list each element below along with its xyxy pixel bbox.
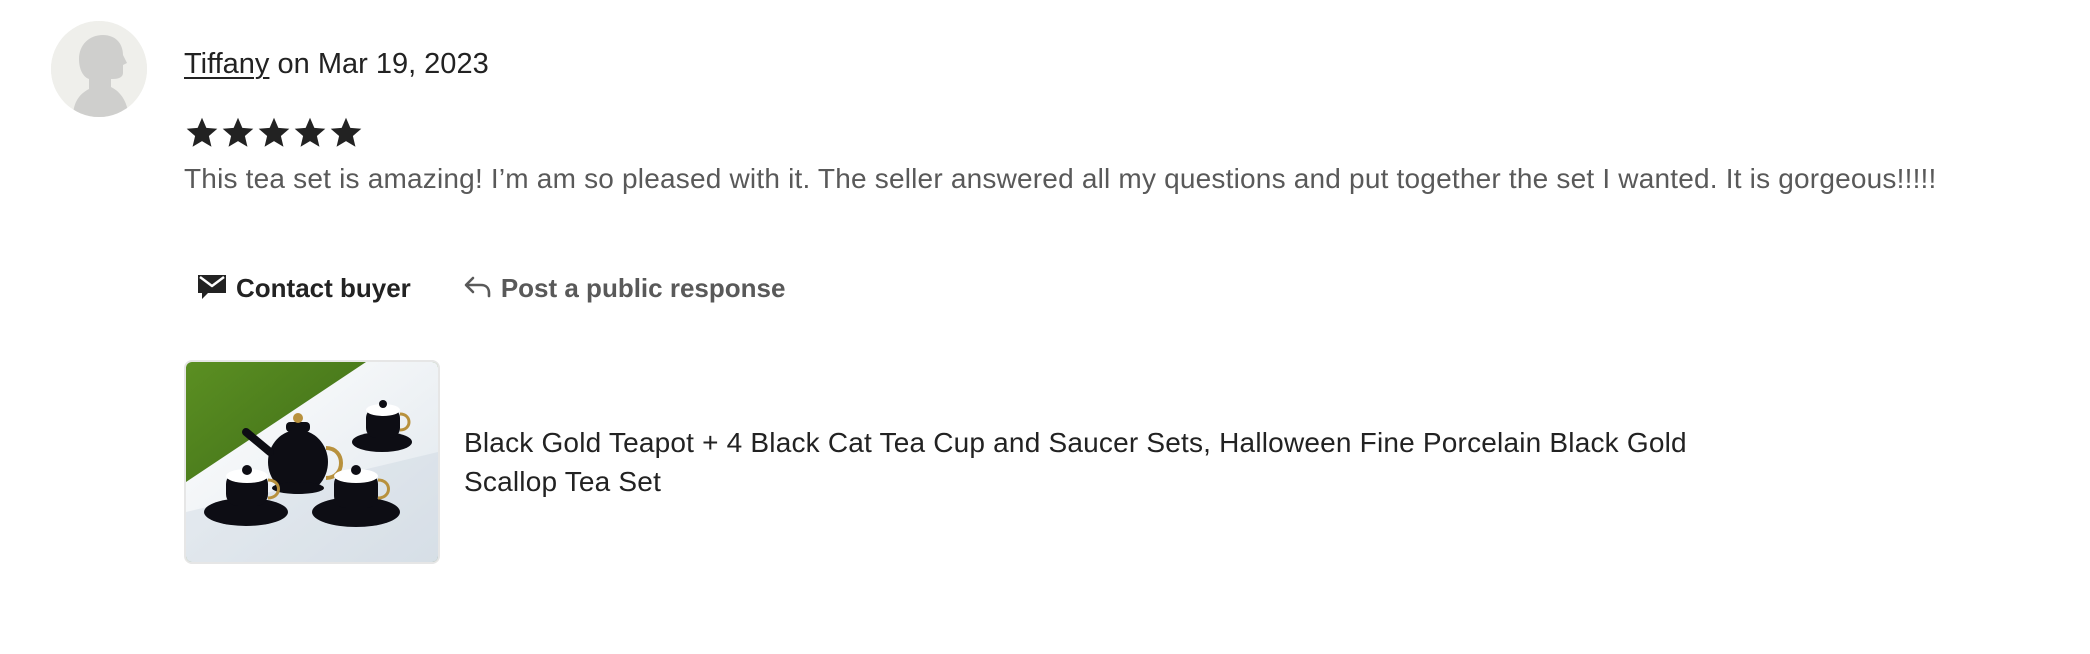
listing-title-link[interactable]: Black Gold Teapot + 4 Black Cat Tea Cup … — [464, 423, 1784, 501]
star-icon — [292, 114, 328, 152]
review-card: Tiffany on Mar 19, 2023 This tea set is … — [0, 0, 2090, 654]
star-rating — [184, 114, 364, 152]
purchased-listing[interactable]: Black Gold Teapot + 4 Black Cat Tea Cup … — [184, 360, 1784, 564]
review-date: Mar 19, 2023 — [317, 48, 489, 80]
review-actions: Contact buyer Post a public response — [184, 266, 797, 310]
default-user-silhouette-icon — [51, 21, 147, 117]
avatar[interactable] — [51, 21, 147, 117]
star-icon — [184, 114, 220, 152]
star-icon — [256, 114, 292, 152]
star-icon — [328, 114, 364, 152]
date-prefix: on — [269, 48, 318, 80]
star-icon — [220, 114, 256, 152]
post-public-response-label: Post a public response — [500, 272, 786, 303]
post-public-response-button[interactable]: Post a public response — [449, 266, 798, 310]
listing-thumbnail[interactable] — [184, 360, 440, 564]
reviewer-name-link[interactable]: Tiffany — [184, 48, 269, 80]
review-text: This tea set is amazing! I’m am so pleas… — [184, 163, 1937, 194]
reply-arrow-icon — [461, 269, 493, 308]
contact-buyer-button[interactable]: Contact buyer — [184, 266, 423, 310]
envelope-icon — [196, 269, 228, 308]
tea-set-photo-icon — [186, 362, 438, 562]
contact-buyer-label: Contact buyer — [236, 272, 411, 303]
reviewer-line: Tiffany on Mar 19, 2023 — [184, 44, 489, 84]
